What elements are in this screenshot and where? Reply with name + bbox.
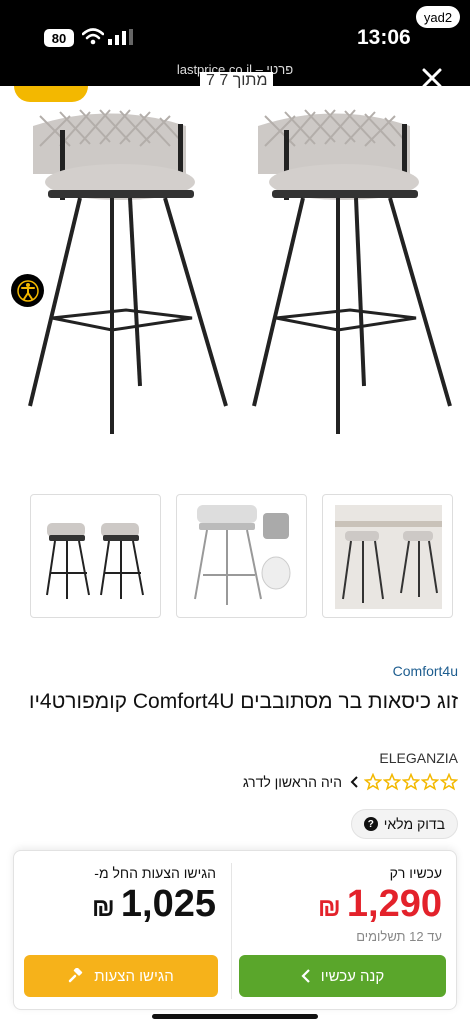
gallery-counter: 7 מתוך 7 xyxy=(200,72,274,90)
rating-stars xyxy=(364,773,458,791)
gavel-icon xyxy=(69,968,83,983)
submit-offer-label: הגישו הצעות xyxy=(94,967,174,985)
home-indicator xyxy=(152,1014,318,1019)
buy-now-label: קנה עכשיו xyxy=(320,967,385,985)
thumbnail-2[interactable] xyxy=(176,494,307,618)
battery-indicator: 80 xyxy=(44,29,74,47)
product-title: זוג כיסאות בר מסתובבים Comfort4U קומפורט… xyxy=(28,690,458,713)
check-stock-label: בדוק מלאי xyxy=(383,816,445,832)
check-stock-button[interactable]: בדוק מלאי ? xyxy=(350,809,458,839)
sale-badge xyxy=(14,86,88,102)
star-icon xyxy=(383,773,401,791)
accessibility-icon xyxy=(16,279,39,302)
star-icon xyxy=(402,773,420,791)
chevron-left-icon xyxy=(301,969,310,983)
now-price: 1,290 ₪ xyxy=(318,883,442,926)
currency-symbol: ₪ xyxy=(317,892,341,922)
now-price-amount: 1,290 xyxy=(346,883,442,925)
offer-price: 1,025 ₪ xyxy=(92,883,216,926)
star-icon xyxy=(421,773,439,791)
thumbnail-swivel-icon xyxy=(194,505,291,605)
bar-stools-illustration xyxy=(28,109,452,434)
wifi-icon xyxy=(82,28,104,45)
signal-icon xyxy=(108,29,133,45)
brand-link[interactable]: Comfort4u xyxy=(393,663,458,679)
star-icon xyxy=(364,773,382,791)
rating-row[interactable]: היה הראשון לדרג xyxy=(243,773,458,791)
collection-name: ELEGANZIA xyxy=(379,750,458,766)
thumbnail-room-icon xyxy=(335,505,442,609)
clock: 13:06 xyxy=(357,26,411,49)
chevron-left-icon xyxy=(350,776,358,788)
thumbnail-strip xyxy=(30,494,454,618)
close-icon[interactable] xyxy=(421,67,443,89)
star-icon xyxy=(440,773,458,791)
thumbnail-stools-icon xyxy=(46,523,144,599)
currency-symbol: ₪ xyxy=(91,892,115,922)
first-review-link[interactable]: היה הראשון לדרג xyxy=(243,774,342,790)
question-icon: ? xyxy=(363,817,378,831)
main-product-image[interactable] xyxy=(0,86,470,478)
offer-price-label: הגישו הצעות החל מ- xyxy=(94,865,216,881)
thumbnail-1[interactable] xyxy=(30,494,161,618)
accessibility-button[interactable] xyxy=(11,274,44,307)
divider xyxy=(231,863,232,999)
now-price-label: עכשיו רק xyxy=(389,865,442,881)
installments-text: עד 12 תשלומים xyxy=(356,929,442,944)
submit-offer-button[interactable]: הגישו הצעות xyxy=(24,955,218,997)
offer-price-amount: 1,025 xyxy=(120,883,216,925)
app-badge: yad2 xyxy=(416,6,460,28)
thumbnail-3[interactable] xyxy=(322,494,453,618)
price-card: עכשיו רק 1,290 ₪ עד 12 תשלומים הגישו הצע… xyxy=(13,850,457,1010)
buy-now-button[interactable]: קנה עכשיו xyxy=(239,955,446,997)
